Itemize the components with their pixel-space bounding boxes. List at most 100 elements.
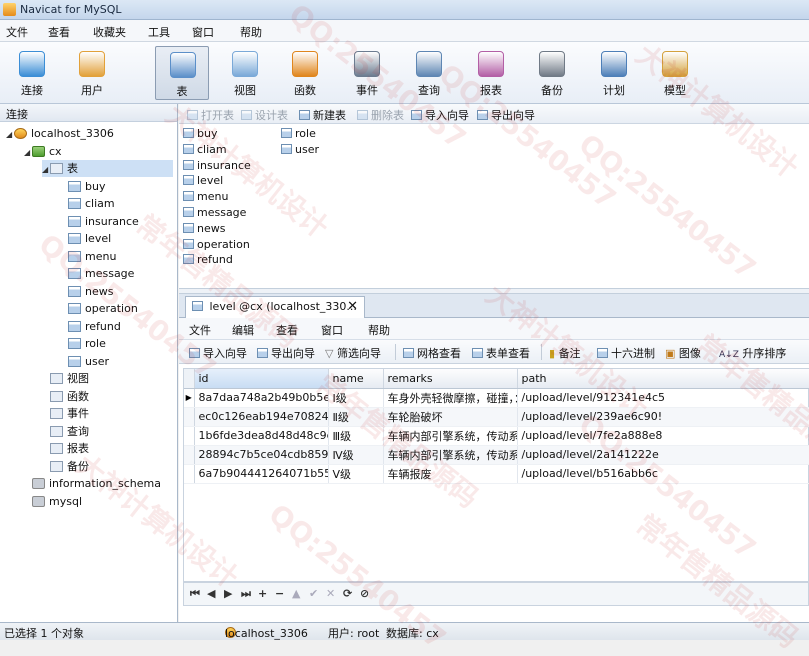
objects-toolbar-button-4[interactable]: 导入向导 — [411, 107, 469, 123]
menu-file[interactable]: 文件 — [6, 24, 28, 40]
tree-item-[interactable]: 函数 — [42, 388, 89, 405]
row-header[interactable] — [184, 407, 195, 427]
toolbar-button-model[interactable]: 模型 — [648, 46, 702, 100]
cell-id[interactable]: 6a7b904441264071b55a4 — [194, 464, 329, 484]
import-wizard-button[interactable]: 导入向导 — [189, 345, 247, 361]
grid-view-button[interactable]: 网格查看 — [403, 345, 461, 361]
cell-remarks[interactable]: 车轮胎破坏 — [383, 407, 518, 427]
tree-item-[interactable]: 事件 — [42, 405, 89, 422]
cell-id[interactable]: 28894c7b5ce04cdb859a3 — [194, 445, 329, 465]
tree-item-information_schema[interactable]: information_schema — [24, 475, 161, 492]
refresh-icon[interactable]: ⟳ — [343, 587, 352, 600]
inner-menu-file[interactable]: 文件 — [189, 322, 211, 338]
column-header-path[interactable]: path — [517, 369, 809, 389]
tree-item-menu[interactable]: menu — [60, 248, 116, 265]
tree-item-[interactable]: 查询 — [42, 423, 89, 440]
menu-favorites[interactable]: 收藏夹 — [93, 24, 126, 40]
cell-path[interactable]: /upload/level/b516abb6c — [517, 464, 809, 484]
cell-name[interactable]: Ⅳ级 — [328, 445, 384, 465]
table-row[interactable]: 28894c7b5ce04cdb859a3 Ⅳ级 车辆内部引擎系统，传动系：/upl… — [184, 445, 809, 465]
column-header-remarks[interactable]: remarks — [383, 369, 518, 389]
next-record-icon[interactable]: ▶ — [224, 587, 232, 600]
add-record-icon[interactable]: + — [258, 587, 267, 600]
row-header[interactable] — [184, 464, 195, 484]
toolbar-button-view[interactable]: 视图 — [218, 46, 272, 100]
stop-icon[interactable]: ⊘ — [360, 587, 369, 600]
tree-item-operation[interactable]: operation — [60, 300, 138, 317]
table-row[interactable]: 1b6fde3dea8d48d48c9c8 Ⅲ级 车辆内部引擎系统，传动系：/upl… — [184, 426, 809, 446]
expand-arrow-icon[interactable]: ◢ — [6, 126, 14, 143]
last-record-icon[interactable]: ⏭ — [241, 587, 251, 601]
cell-id[interactable]: 8a7daa748a2b49b0b5efb — [194, 388, 329, 408]
table-object-item[interactable]: buy — [183, 126, 217, 141]
tree-item-localhost_3306[interactable]: ◢ localhost_3306 — [6, 125, 114, 142]
form-view-button[interactable]: 表单查看 — [472, 345, 530, 361]
toolbar-button-event[interactable]: 事件 — [340, 46, 394, 100]
tree-item-[interactable]: 报表 — [42, 440, 89, 457]
first-record-icon[interactable]: ⏮ — [190, 587, 200, 601]
tree-item-[interactable]: 视图 — [42, 370, 89, 387]
apply-icon[interactable]: ✔ — [309, 587, 318, 600]
objects-toolbar-button-3[interactable]: 删除表 — [357, 107, 404, 123]
toolbar-button-user[interactable]: 用户 — [65, 46, 119, 100]
table-row[interactable]: ▶ 8a7daa748a2b49b0b5efb Ⅰ级 车身外壳轻微摩擦，碰撞，：/up… — [184, 388, 809, 408]
table-object-item[interactable]: role — [281, 126, 316, 141]
cell-name[interactable]: Ⅰ级 — [328, 388, 384, 408]
column-header-id[interactable]: id — [194, 369, 329, 389]
table-object-item[interactable]: operation — [183, 237, 250, 252]
table-row[interactable]: ec0c126eab194e708246f2Ⅱ级车轮胎破坏/upload/lev… — [184, 407, 809, 427]
sort-asc-button[interactable]: A↓Z 升序排序 — [719, 345, 786, 361]
menu-help[interactable]: 帮助 — [240, 24, 262, 40]
tab-level-table[interactable]: level @cx (localhost_330... ✕ — [185, 296, 365, 318]
inner-menu-help[interactable]: 帮助 — [368, 322, 390, 338]
tree-item-message[interactable]: message — [60, 265, 134, 282]
menu-window[interactable]: 窗口 — [192, 24, 214, 40]
cell-id[interactable]: 1b6fde3dea8d48d48c9c8 — [194, 426, 329, 446]
tree-item-[interactable]: 备份 — [42, 458, 89, 475]
tree-item-refund[interactable]: refund — [60, 318, 121, 335]
table-object-item[interactable]: insurance — [183, 158, 251, 173]
row-header[interactable] — [184, 445, 195, 465]
cancel-icon[interactable]: ✕ — [326, 587, 335, 600]
table-object-item[interactable]: message — [183, 205, 246, 220]
export-wizard-button[interactable]: 导出向导 — [257, 345, 315, 361]
cell-name[interactable]: Ⅱ级 — [328, 407, 384, 427]
column-header-name[interactable]: name — [328, 369, 384, 389]
toolbar-button-table[interactable]: 表 — [155, 46, 209, 100]
toolbar-button-function[interactable]: 函数 — [278, 46, 332, 100]
table-row[interactable]: 6a7b904441264071b55a4Ⅴ级车辆报废/upload/level… — [184, 464, 809, 484]
cell-name[interactable]: Ⅴ级 — [328, 464, 384, 484]
tree-item-[interactable]: ◢ 表 — [42, 160, 173, 177]
inner-menu-view[interactable]: 查看 — [276, 322, 298, 338]
toolbar-button-query[interactable]: 查询 — [402, 46, 456, 100]
tree-item-level[interactable]: level — [60, 230, 111, 247]
cell-path[interactable]: /upload/level/912341e4c5 — [517, 388, 809, 408]
table-object-item[interactable]: news — [183, 221, 225, 236]
delete-record-icon[interactable]: − — [275, 587, 284, 600]
cell-remarks[interactable]: 车辆内部引擎系统，传动系： — [383, 445, 518, 465]
current-row-icon[interactable]: ▶ — [184, 388, 195, 408]
prev-record-icon[interactable]: ◀ — [207, 587, 215, 600]
tree-item-cx[interactable]: ◢ cx — [24, 143, 62, 160]
tree-item-cliam[interactable]: cliam — [60, 195, 115, 212]
cell-id[interactable]: ec0c126eab194e708246f2 — [194, 407, 329, 427]
row-header[interactable] — [184, 426, 195, 446]
toolbar-button-schedule[interactable]: 计划 — [587, 46, 641, 100]
filter-wizard-button[interactable]: ▽ 筛选向导 — [325, 345, 381, 361]
table-object-item[interactable]: level — [183, 173, 223, 188]
cell-name[interactable]: Ⅲ级 — [328, 426, 384, 446]
menu-tools[interactable]: 工具 — [148, 24, 170, 40]
memo-button[interactable]: ▮ 备注 — [549, 345, 581, 361]
objects-toolbar-button-1[interactable]: 设计表 — [241, 107, 288, 123]
objects-toolbar-button-2[interactable]: 新建表 — [299, 107, 346, 123]
tree-item-buy[interactable]: buy — [60, 178, 105, 195]
inner-menu-edit[interactable]: 编辑 — [232, 322, 254, 338]
cell-path[interactable]: /upload/level/239ae6c90! — [517, 407, 809, 427]
cell-path[interactable]: /upload/level/7fe2a888e8 — [517, 426, 809, 446]
table-object-item[interactable]: user — [281, 142, 319, 157]
image-button[interactable]: ▣ 图像 — [665, 345, 701, 361]
cell-remarks[interactable]: 车身外壳轻微摩擦，碰撞，： — [383, 388, 518, 408]
table-object-item[interactable]: refund — [183, 252, 233, 267]
tree-item-insurance[interactable]: insurance — [60, 213, 139, 230]
close-icon[interactable]: ✕ — [347, 299, 358, 314]
